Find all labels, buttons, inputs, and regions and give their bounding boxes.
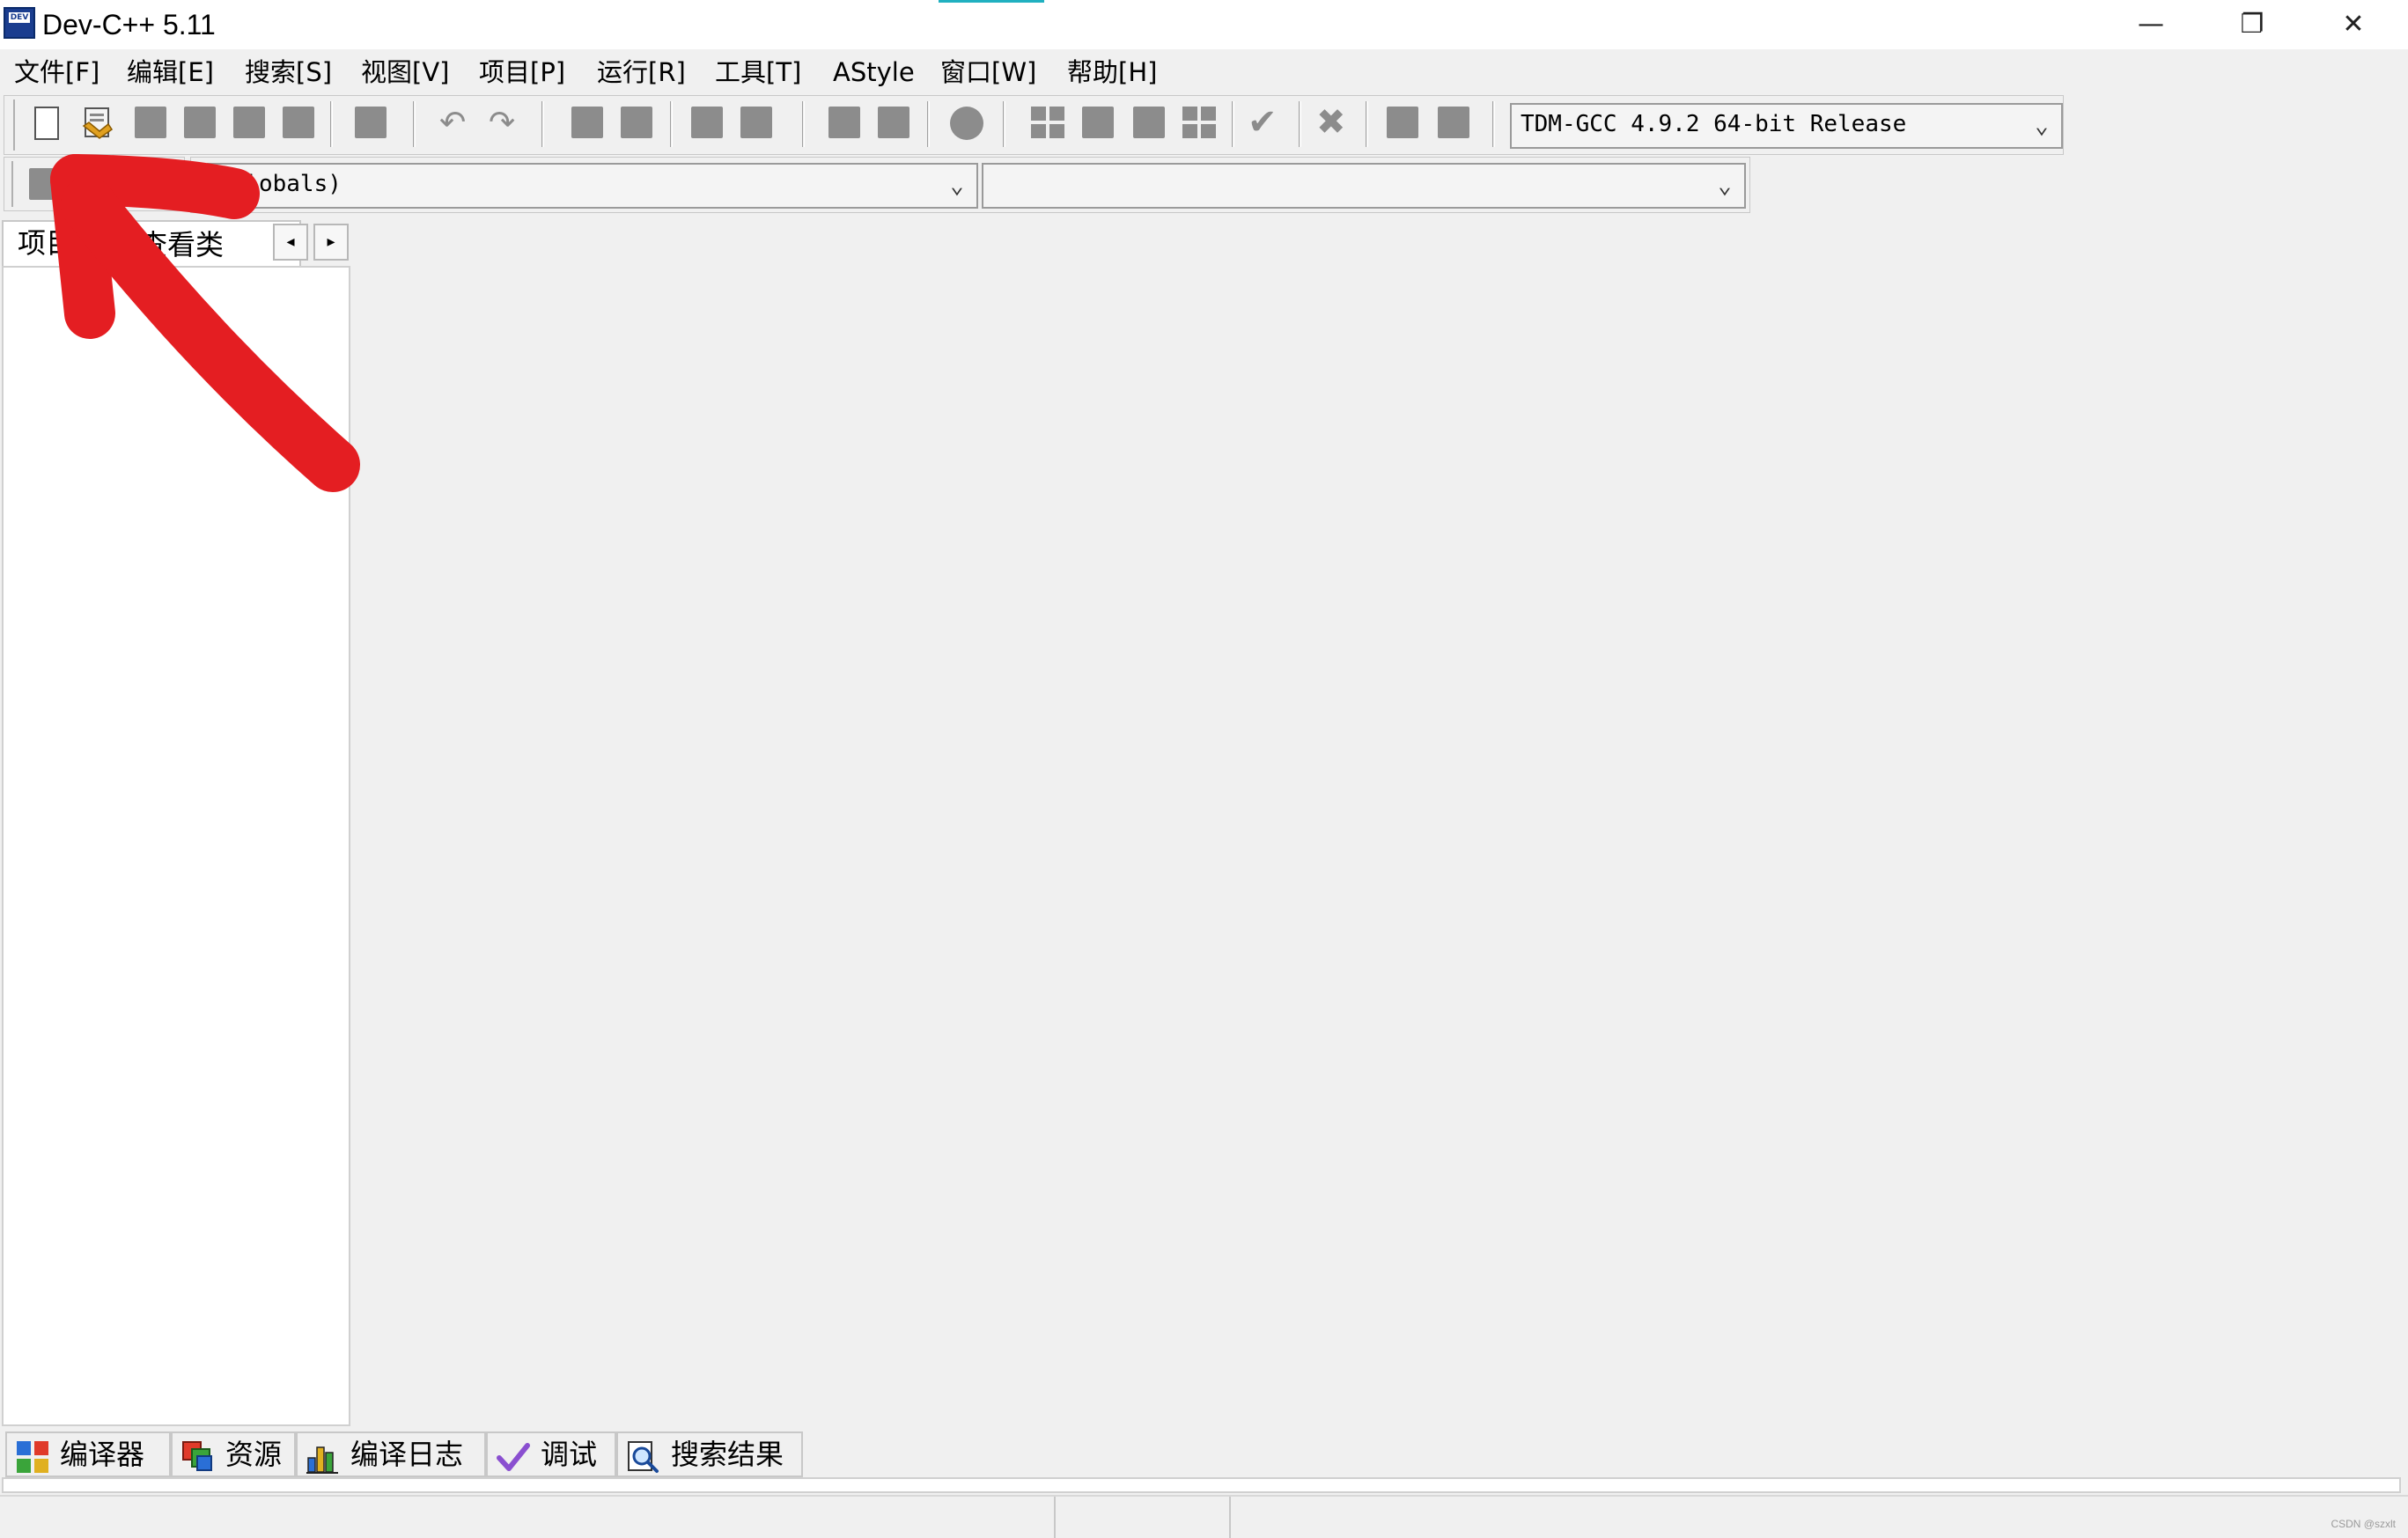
find-icon[interactable] bbox=[571, 107, 603, 138]
tab-compile-log[interactable]: 编译日志 bbox=[296, 1431, 486, 1477]
menu-help[interactable]: 帮助[H] bbox=[1065, 55, 1159, 90]
menu-bar: 文件[F] 编辑[E] 搜索[S] 视图[V] 项目[P] 运行[R] 工具[T… bbox=[0, 49, 2408, 93]
toolbar-separator bbox=[1299, 101, 1301, 147]
status-bar: CSDN @szxlt bbox=[0, 1495, 2408, 1538]
toolbar-separator bbox=[670, 101, 673, 147]
tab-classes[interactable]: 查看类 bbox=[139, 225, 224, 264]
project-options-icon[interactable] bbox=[950, 107, 983, 140]
tab-search-results-label: 搜索结果 bbox=[671, 1438, 784, 1471]
tab-compiler-label: 编译器 bbox=[60, 1438, 145, 1471]
replace-icon[interactable] bbox=[621, 107, 652, 138]
menu-tools[interactable]: 工具[T] bbox=[713, 55, 803, 90]
status-divider bbox=[1054, 1497, 1056, 1538]
chevron-down-icon: ⌄ bbox=[950, 173, 964, 199]
app-icon-label: DEV bbox=[9, 12, 30, 23]
profile-icon[interactable] bbox=[1438, 107, 1469, 138]
compiler-grid-icon bbox=[16, 1440, 49, 1474]
menu-view[interactable]: 视图[V] bbox=[359, 55, 451, 90]
close-all-icon[interactable] bbox=[283, 107, 314, 138]
menu-file[interactable]: 文件[F] bbox=[12, 55, 101, 90]
toolbar-separator bbox=[541, 101, 544, 147]
main-toolbar: ↶ ↷ ✔ ✖ TDM-GCC 4.9.2 64-bit Release ⌄ bbox=[4, 95, 2064, 155]
window-title: Dev-C++ 5.11 bbox=[42, 9, 216, 40]
tab-debug-label: 调试 bbox=[541, 1438, 598, 1471]
chevron-down-icon: ⌄ bbox=[2035, 113, 2049, 139]
toolbar-separator bbox=[413, 101, 416, 147]
new-file-icon[interactable] bbox=[34, 107, 59, 140]
insert-icon[interactable] bbox=[29, 168, 61, 200]
tab-compiler[interactable]: 编译器 bbox=[5, 1431, 171, 1477]
tab-search-results[interactable]: 搜索结果 bbox=[616, 1431, 803, 1477]
editor-area[interactable] bbox=[354, 217, 2408, 1428]
app-icon[interactable]: DEV bbox=[4, 7, 35, 39]
goto-line-icon[interactable] bbox=[740, 107, 772, 138]
resources-icon bbox=[181, 1440, 215, 1474]
toggle-bookmark-icon[interactable] bbox=[82, 168, 114, 200]
debug-check-icon bbox=[497, 1440, 530, 1474]
menu-window[interactable]: 窗口[W] bbox=[939, 55, 1038, 90]
toolbar-grip bbox=[11, 161, 15, 207]
save-icon[interactable] bbox=[135, 107, 166, 138]
restore-button[interactable]: ❐ bbox=[2201, 0, 2303, 49]
compiler-select[interactable]: TDM-GCC 4.9.2 64-bit Release ⌄ bbox=[1510, 103, 2063, 149]
print-icon[interactable] bbox=[355, 107, 387, 138]
tab-resources-label: 资源 bbox=[225, 1438, 283, 1471]
menu-astyle[interactable]: AStyle bbox=[831, 55, 917, 90]
menu-run[interactable]: 运行[R] bbox=[595, 55, 688, 90]
menu-search[interactable]: 搜索[S] bbox=[243, 55, 334, 90]
compile-run-icon[interactable] bbox=[1133, 107, 1165, 138]
debug-icon[interactable] bbox=[1387, 107, 1418, 138]
goto-bookmark-icon[interactable] bbox=[135, 168, 166, 200]
syntax-check-icon[interactable]: ✔ bbox=[1248, 103, 1286, 142]
toolbar-grip bbox=[13, 99, 17, 151]
minimize-button[interactable]: — bbox=[2100, 0, 2202, 49]
scope-select[interactable]: (globals) ⌄ bbox=[207, 163, 978, 209]
open-project-icon[interactable] bbox=[82, 107, 114, 140]
toolbar-separator bbox=[1366, 101, 1368, 147]
title-bar: DEV Dev-C++ 5.11 — ❐ ✕ bbox=[0, 0, 2408, 49]
left-panel-tabstrip: 项目 查看类 bbox=[2, 220, 301, 266]
toolbar-separator bbox=[802, 101, 805, 147]
run-icon[interactable] bbox=[1082, 107, 1114, 138]
find-next-icon[interactable] bbox=[691, 107, 723, 138]
status-divider bbox=[1229, 1497, 1231, 1538]
tab-project[interactable]: 项目 bbox=[18, 224, 74, 262]
menu-project[interactable]: 项目[P] bbox=[477, 55, 567, 90]
watermark: CSDN @szxlt bbox=[2331, 1518, 2396, 1530]
rebuild-all-icon[interactable] bbox=[1182, 107, 1218, 140]
secondary-toolbar bbox=[4, 157, 185, 211]
add-to-project-icon[interactable] bbox=[878, 107, 909, 138]
redo-icon[interactable]: ↷ bbox=[489, 107, 524, 139]
toolbar-separator bbox=[330, 101, 333, 147]
compile-grid-icon[interactable] bbox=[1031, 107, 1066, 140]
project-tree-panel[interactable] bbox=[2, 266, 350, 1426]
member-select[interactable]: ⌄ bbox=[982, 163, 1746, 209]
title-accent-bar bbox=[939, 0, 1044, 3]
close-file-icon[interactable] bbox=[233, 107, 265, 138]
toolbar-separator bbox=[927, 101, 930, 147]
scope-select-value: (globals) bbox=[217, 171, 342, 197]
menu-edit[interactable]: 编辑[E] bbox=[125, 55, 216, 90]
toolbar-separator bbox=[1003, 101, 1005, 147]
compile-log-chart-icon bbox=[306, 1440, 340, 1474]
tab-scroll-left-button[interactable]: ◂ bbox=[273, 224, 308, 261]
stop-execution-icon[interactable]: ✖ bbox=[1316, 103, 1355, 142]
output-panel[interactable] bbox=[2, 1477, 2401, 1493]
search-results-icon bbox=[627, 1440, 660, 1474]
close-button[interactable]: ✕ bbox=[2302, 0, 2404, 49]
tab-debug[interactable]: 调试 bbox=[486, 1431, 616, 1477]
chevron-down-icon: ⌄ bbox=[1718, 173, 1732, 199]
new-project-icon[interactable] bbox=[828, 107, 860, 138]
tab-resources[interactable]: 资源 bbox=[171, 1431, 296, 1477]
tab-scroll-right-button[interactable]: ▸ bbox=[313, 224, 349, 261]
class-browser-toolbar: (globals) ⌄ ⌄ bbox=[190, 157, 1750, 213]
toolbar-separator bbox=[1492, 101, 1495, 147]
save-all-icon[interactable] bbox=[184, 107, 216, 138]
tab-compile-log-label: 编译日志 bbox=[350, 1438, 464, 1471]
compiler-select-value: TDM-GCC 4.9.2 64-bit Release bbox=[1521, 111, 1907, 137]
toolbar-separator bbox=[1232, 101, 1234, 147]
undo-icon[interactable]: ↶ bbox=[439, 107, 475, 139]
